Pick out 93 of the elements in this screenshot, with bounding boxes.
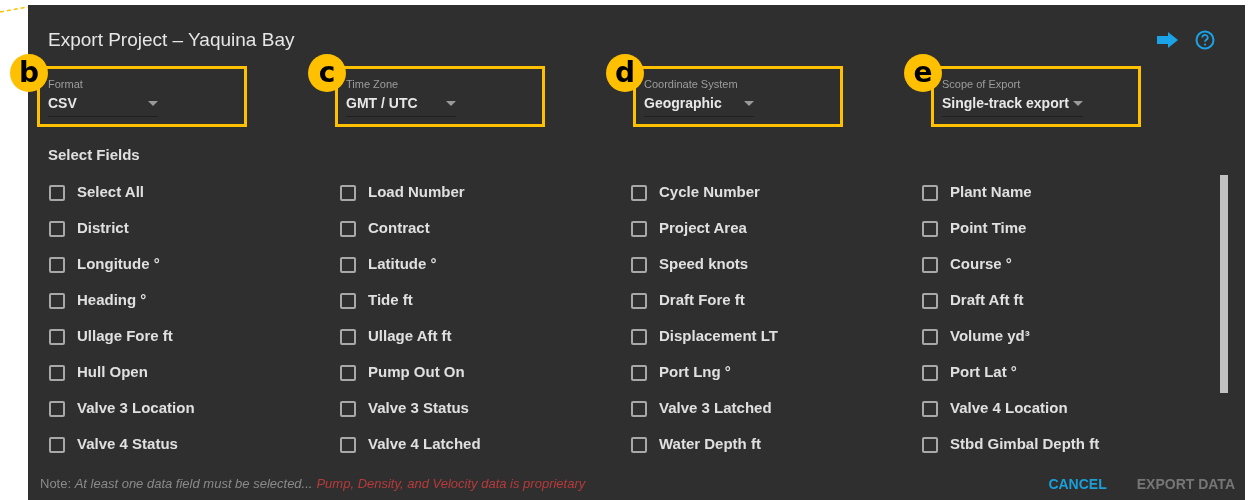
field-checkbox[interactable]: Hull Open xyxy=(49,362,148,383)
section-heading: Select Fields xyxy=(47,145,141,165)
field-checkbox[interactable]: Project Area xyxy=(631,218,747,239)
caret-icon xyxy=(1072,101,1083,106)
field-checkbox[interactable]: Course ° xyxy=(922,254,1012,275)
dialog-title: Export Project – Yaquina Bay xyxy=(48,27,295,52)
select-field[interactable]: CSV xyxy=(48,91,158,117)
checkbox[interactable] xyxy=(49,436,65,453)
checkbox[interactable] xyxy=(922,184,938,201)
select-label: Scope of Export xyxy=(942,78,1022,91)
checkbox[interactable] xyxy=(922,256,938,273)
checkbox[interactable] xyxy=(340,220,356,237)
proprietary-warning: Pump, Density, and Velocity data is proprietary xyxy=(316,475,586,494)
field-checkbox[interactable]: Latitude ° xyxy=(340,254,437,275)
select-value: CSV xyxy=(48,94,77,113)
checkbox[interactable] xyxy=(631,364,647,381)
field-checkbox[interactable]: Pump Out On xyxy=(340,362,465,383)
callout-badge: c xyxy=(308,54,346,92)
scrollbar[interactable] xyxy=(1220,174,1228,393)
field-checkbox[interactable]: Displacement LT xyxy=(631,326,778,347)
checkbox[interactable] xyxy=(631,436,647,453)
arrow-right-icon[interactable] xyxy=(1157,32,1178,48)
field-checkbox[interactable]: Draft Aft ft xyxy=(922,290,1024,311)
select-label: Format xyxy=(48,78,84,91)
field-checkbox[interactable]: District xyxy=(49,218,129,239)
select-field[interactable]: Geographic xyxy=(644,91,754,117)
checkbox[interactable] xyxy=(631,400,647,417)
select-label: Time Zone xyxy=(346,78,400,91)
checkbox[interactable] xyxy=(340,256,356,273)
checkbox[interactable] xyxy=(340,436,356,453)
checkbox[interactable] xyxy=(340,400,356,417)
select-label: Coordinate System xyxy=(644,78,739,91)
select-field[interactable]: Single-track export xyxy=(942,91,1083,117)
checkbox[interactable] xyxy=(922,328,938,345)
select-value: GMT / UTC xyxy=(346,94,418,113)
field-checkbox[interactable]: Load Number xyxy=(340,182,465,203)
checkbox[interactable] xyxy=(49,184,65,201)
field-checkbox[interactable]: Port Lat ° xyxy=(922,362,1017,383)
checkbox[interactable] xyxy=(340,292,356,309)
dialog-button[interactable]: CANCEL xyxy=(1048,473,1107,495)
checkbox[interactable] xyxy=(49,220,65,237)
field-checkbox[interactable]: Port Lng ° xyxy=(631,362,731,383)
field-checkbox[interactable]: Valve 3 Location xyxy=(49,398,195,419)
checkbox[interactable] xyxy=(49,400,65,417)
callout-badge: b xyxy=(10,54,48,92)
field-checkbox[interactable]: Water Depth ft xyxy=(631,434,761,455)
caret-icon xyxy=(148,101,158,106)
checkbox[interactable] xyxy=(922,436,938,453)
field-checkbox[interactable]: Speed knots xyxy=(631,254,749,275)
checkbox[interactable] xyxy=(340,364,356,381)
checkbox[interactable] xyxy=(631,184,647,201)
checkbox[interactable] xyxy=(49,292,65,309)
checkbox[interactable] xyxy=(49,364,65,381)
checkbox[interactable] xyxy=(922,292,938,309)
help-icon[interactable] xyxy=(1195,30,1215,50)
checkbox[interactable] xyxy=(49,256,65,273)
caret-icon xyxy=(744,101,754,106)
checkbox[interactable] xyxy=(49,328,65,345)
field-checkbox[interactable]: Ullage Fore ft xyxy=(49,326,173,347)
field-checkbox[interactable]: Tide ft xyxy=(340,290,413,311)
field-checkbox[interactable]: Valve 4 Latched xyxy=(340,434,481,455)
checkbox[interactable] xyxy=(631,220,647,237)
select-field[interactable]: GMT / UTC xyxy=(346,91,456,117)
field-checkbox[interactable]: Select All xyxy=(49,182,144,203)
field-checkbox[interactable]: Contract xyxy=(340,218,430,239)
callout-badge: d xyxy=(606,54,644,92)
checkbox[interactable] xyxy=(922,364,938,381)
field-checkbox[interactable]: Cycle Number xyxy=(631,182,760,203)
field-checkbox[interactable]: Heading ° xyxy=(49,290,147,311)
field-checkbox[interactable]: Ullage Aft ft xyxy=(340,326,452,347)
dashed-leader-line xyxy=(0,5,30,13)
callout-badge: e xyxy=(904,54,942,92)
field-checkbox[interactable]: Draft Fore ft xyxy=(631,290,745,311)
checkbox[interactable] xyxy=(631,256,647,273)
field-checkbox[interactable]: Valve 3 Latched xyxy=(631,398,772,419)
field-checkbox[interactable]: Longitude ° xyxy=(49,254,160,275)
field-checkbox[interactable]: Valve 3 Status xyxy=(340,398,469,419)
caret-icon xyxy=(446,101,456,106)
field-checkbox[interactable]: Valve 4 Status xyxy=(49,434,178,455)
checkbox[interactable] xyxy=(922,400,938,417)
checkbox[interactable] xyxy=(631,292,647,309)
field-checkbox[interactable]: Volume yd³ xyxy=(922,326,1030,347)
field-checkbox[interactable]: Valve 4 Location xyxy=(922,398,1068,419)
select-value: Single-track export xyxy=(942,94,1069,113)
checkbox[interactable] xyxy=(340,184,356,201)
checkbox[interactable] xyxy=(922,220,938,237)
select-value: Geographic xyxy=(644,94,722,113)
checkbox[interactable] xyxy=(340,328,356,345)
field-checkbox[interactable]: Stbd Gimbal Depth ft xyxy=(922,434,1100,455)
field-checkbox[interactable]: Plant Name xyxy=(922,182,1032,203)
footer-note: Note: At least one data field must be selected... xyxy=(40,475,313,494)
field-checkbox[interactable]: Point Time xyxy=(922,218,1027,239)
checkbox[interactable] xyxy=(631,328,647,345)
